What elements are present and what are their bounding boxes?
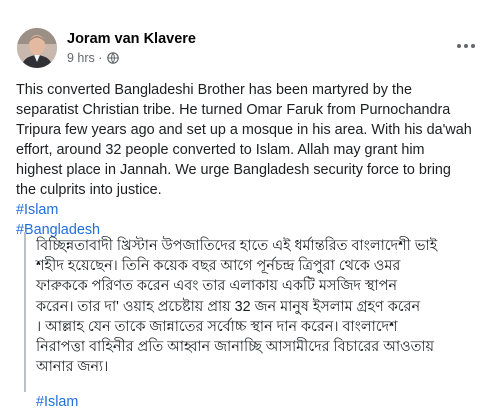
quoted-bengali-text: বিচ্ছিন্নতাবাদী খ্রিস্টান উপজাতিদের হাতে… (36, 238, 438, 376)
post-timestamp[interactable]: 9 hrs · (67, 50, 102, 66)
post-meta: 9 hrs · (67, 50, 120, 66)
post-text: This converted Bangladeshi Brother has b… (16, 82, 472, 198)
author-avatar[interactable] (17, 28, 57, 68)
author-name[interactable]: Joram van Klavere (67, 30, 196, 48)
hashtag-islam[interactable]: #Islam (16, 200, 58, 220)
facebook-post: Joram van Klavere 9 hrs · This converted… (0, 0, 490, 410)
quoted-hashtag-islam[interactable]: #Islam (36, 392, 78, 412)
more-options-icon[interactable] (452, 36, 480, 56)
globe-icon (107, 52, 120, 64)
